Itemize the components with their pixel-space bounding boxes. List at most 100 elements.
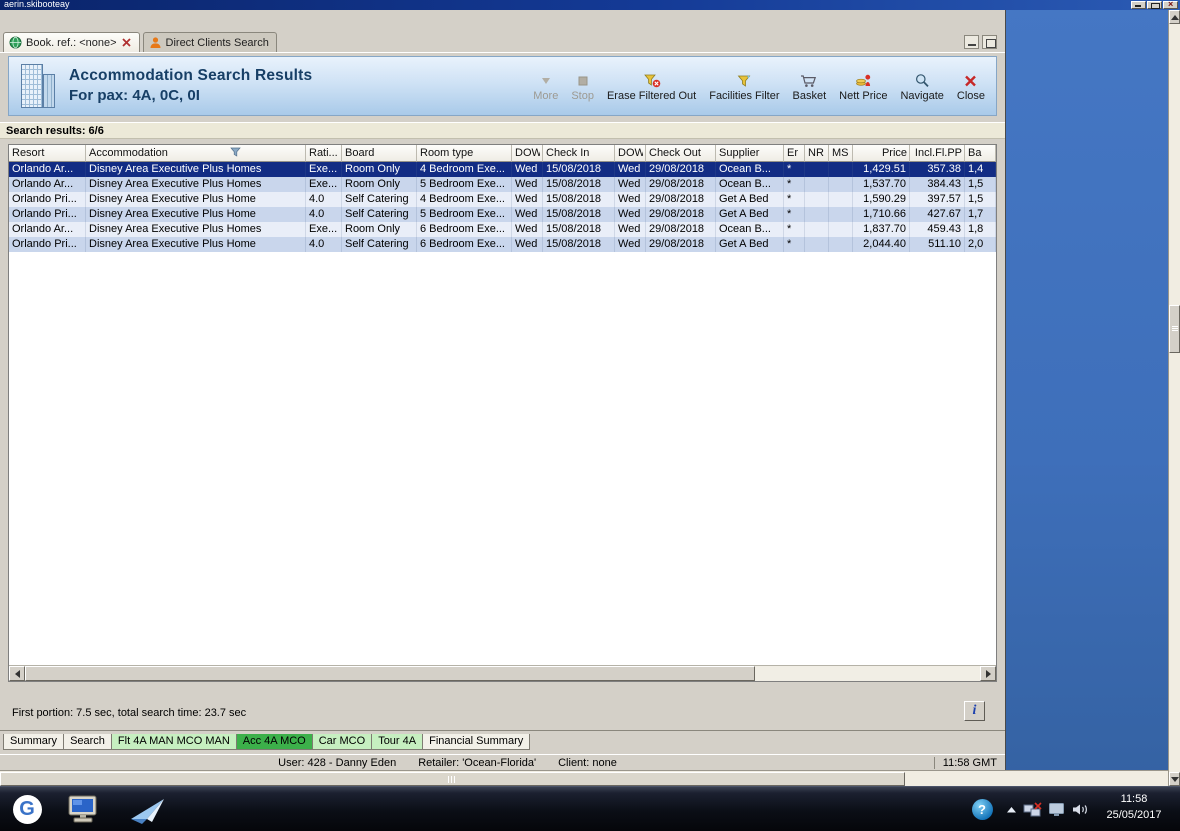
display-icon[interactable] — [1046, 793, 1066, 826]
cell: 4.0 — [306, 192, 342, 207]
result-row-1[interactable]: Orlando Ar... Disney Area Executive Plus … — [9, 162, 996, 177]
column-header-dow[interactable]: DOW — [615, 145, 646, 162]
column-header-check-in[interactable]: Check In — [543, 145, 615, 162]
screen: { "window": { "title": "aerin.skibooteay… — [0, 0, 1180, 831]
result-row-6[interactable]: Orlando Pri... Disney Area Executive Plus… — [9, 237, 996, 252]
cell: 1,4 — [965, 162, 996, 177]
search-timing-text: First portion: 7.5 sec, total search tim… — [12, 707, 247, 719]
browser-icon[interactable]: G — [10, 793, 44, 826]
cell — [829, 162, 853, 177]
column-header-ba[interactable]: Ba — [965, 145, 996, 162]
panel-expand-icon[interactable] — [982, 35, 997, 49]
more-arrow-icon — [538, 72, 554, 89]
bottom-tab-financial-summary[interactable]: Financial Summary — [422, 734, 531, 750]
column-header-ms[interactable]: MS — [829, 145, 853, 162]
maximize-button[interactable] — [1147, 1, 1162, 9]
close-button[interactable] — [1163, 0, 1178, 9]
result-row-3[interactable]: Orlando Pri... Disney Area Executive Plus… — [9, 192, 996, 207]
toolbar-navigate-button[interactable]: Navigate — [895, 68, 948, 104]
nett-price-icon — [855, 72, 872, 89]
filter-funnel-icon[interactable] — [230, 147, 303, 160]
cell — [829, 222, 853, 237]
toolbar-close-button[interactable]: Close — [952, 68, 990, 104]
cell: Ocean B... — [716, 222, 784, 237]
minimize-button[interactable] — [1131, 1, 1146, 9]
network-disconnected-icon[interactable] — [1022, 793, 1042, 826]
doc-tabs: Book. ref.: <none> Direct Clients Search — [0, 32, 277, 53]
tray-chevron-icon[interactable] — [1004, 793, 1018, 826]
tab-close-icon[interactable] — [121, 37, 132, 48]
result-row-2[interactable]: Orlando Ar... Disney Area Executive Plus … — [9, 177, 996, 192]
cell: 29/08/2018 — [646, 222, 716, 237]
scroll-up-icon[interactable] — [1169, 10, 1180, 24]
bottom-tab-flt-4a-man-mco-man[interactable]: Flt 4A MAN MCO MAN — [110, 734, 237, 750]
column-header-incl-fl-pp[interactable]: Incl.Fl.PP — [910, 145, 965, 162]
building-icon — [19, 63, 57, 109]
column-header-dow[interactable]: DOW — [512, 145, 543, 162]
scroll-down-icon[interactable] — [1169, 772, 1180, 786]
my-computer-icon[interactable] — [64, 793, 104, 826]
taskbar: G ? 11:58 25/05/2017 — [0, 786, 1180, 831]
column-header-nr[interactable]: NR — [805, 145, 829, 162]
toolbar-nett-price-button[interactable]: Nett Price — [834, 68, 892, 104]
desktop-horizontal-scrollbar — [0, 770, 1168, 786]
cell: Disney Area Executive Plus Home — [86, 207, 306, 222]
info-button[interactable]: i — [964, 701, 985, 721]
bottom-tab-summary[interactable]: Summary — [3, 734, 65, 750]
column-header-board[interactable]: Board — [342, 145, 417, 162]
column-header-check-out[interactable]: Check Out — [646, 145, 716, 162]
scroll-right-icon[interactable] — [980, 666, 996, 681]
bottom-tab-search[interactable]: Search — [63, 734, 112, 750]
cell: Disney Area Executive Plus Homes — [86, 222, 306, 237]
column-header-accommodation[interactable]: Accommodation — [86, 145, 306, 162]
column-header-rati[interactable]: Rati... — [306, 145, 342, 162]
cell: Wed — [512, 192, 543, 207]
toolbar-erase-filtered-out-button[interactable]: Erase Filtered Out — [602, 68, 701, 104]
cell: * — [784, 177, 805, 192]
cell: Wed — [512, 237, 543, 252]
cell: 1,537.70 — [853, 177, 910, 192]
column-header-room-type[interactable]: Room type — [417, 145, 512, 162]
toolbar-basket-button[interactable]: Basket — [788, 68, 832, 104]
vertical-scroll-thumb[interactable] — [1169, 305, 1180, 353]
cell — [805, 177, 829, 192]
taskbar-clock[interactable]: 11:58 25/05/2017 — [1092, 792, 1176, 824]
travel-app-icon[interactable] — [126, 793, 170, 826]
pax-subtitle: For pax: 4A, 0C, 0I — [69, 87, 200, 105]
scroll-left-icon[interactable] — [9, 666, 25, 681]
bottom-tab-acc-4a-mco[interactable]: Acc 4A MCO — [235, 734, 313, 750]
window-title: aerin.skibooteay — [4, 0, 70, 9]
speaker-icon[interactable] — [1070, 793, 1090, 826]
status-client: Client: none — [558, 757, 617, 769]
erase-filter-icon — [643, 72, 661, 89]
cell: 1,5 — [965, 192, 996, 207]
cell: 511.10 — [910, 237, 965, 252]
result-row-5[interactable]: Orlando Ar... Disney Area Executive Plus … — [9, 222, 996, 237]
cell: Orlando Pri... — [9, 237, 86, 252]
bottom-tab-tour-4a[interactable]: Tour 4A — [371, 734, 424, 750]
horizontal-scroll-thumb[interactable] — [0, 772, 905, 786]
column-header-price[interactable]: Price — [853, 145, 910, 162]
app-window: Book. ref.: <none> Direct Clients Search … — [0, 10, 1006, 770]
cell: 29/08/2018 — [646, 162, 716, 177]
cell: 4.0 — [306, 237, 342, 252]
help-icon[interactable]: ? — [970, 793, 994, 826]
bottom-tab-car-mco[interactable]: Car MCO — [311, 734, 373, 750]
person-icon — [149, 36, 162, 49]
remote-title-bar: aerin.skibooteay — [0, 0, 1180, 10]
cell: Wed — [615, 162, 646, 177]
column-header-supplier[interactable]: Supplier — [716, 145, 784, 162]
scroll-thumb[interactable] — [25, 666, 755, 681]
column-header-resort[interactable]: Resort — [9, 145, 86, 162]
cell: Wed — [512, 177, 543, 192]
toolbar-facilities-filter-button[interactable]: Facilities Filter — [704, 68, 784, 104]
column-header-er[interactable]: Er — [784, 145, 805, 162]
cell: 29/08/2018 — [646, 192, 716, 207]
panel-collapse-icon[interactable] — [964, 35, 979, 49]
tab-book-ref-none[interactable]: Book. ref.: <none> — [3, 32, 140, 52]
result-row-4[interactable]: Orlando Pri... Disney Area Executive Plus… — [9, 207, 996, 222]
tab-direct-clients-search[interactable]: Direct Clients Search — [142, 32, 277, 52]
cell: 2,044.40 — [853, 237, 910, 252]
table-header-row: Resort Accommodation Rati... Board Room type… — [9, 145, 996, 162]
cell: 1,5 — [965, 177, 996, 192]
